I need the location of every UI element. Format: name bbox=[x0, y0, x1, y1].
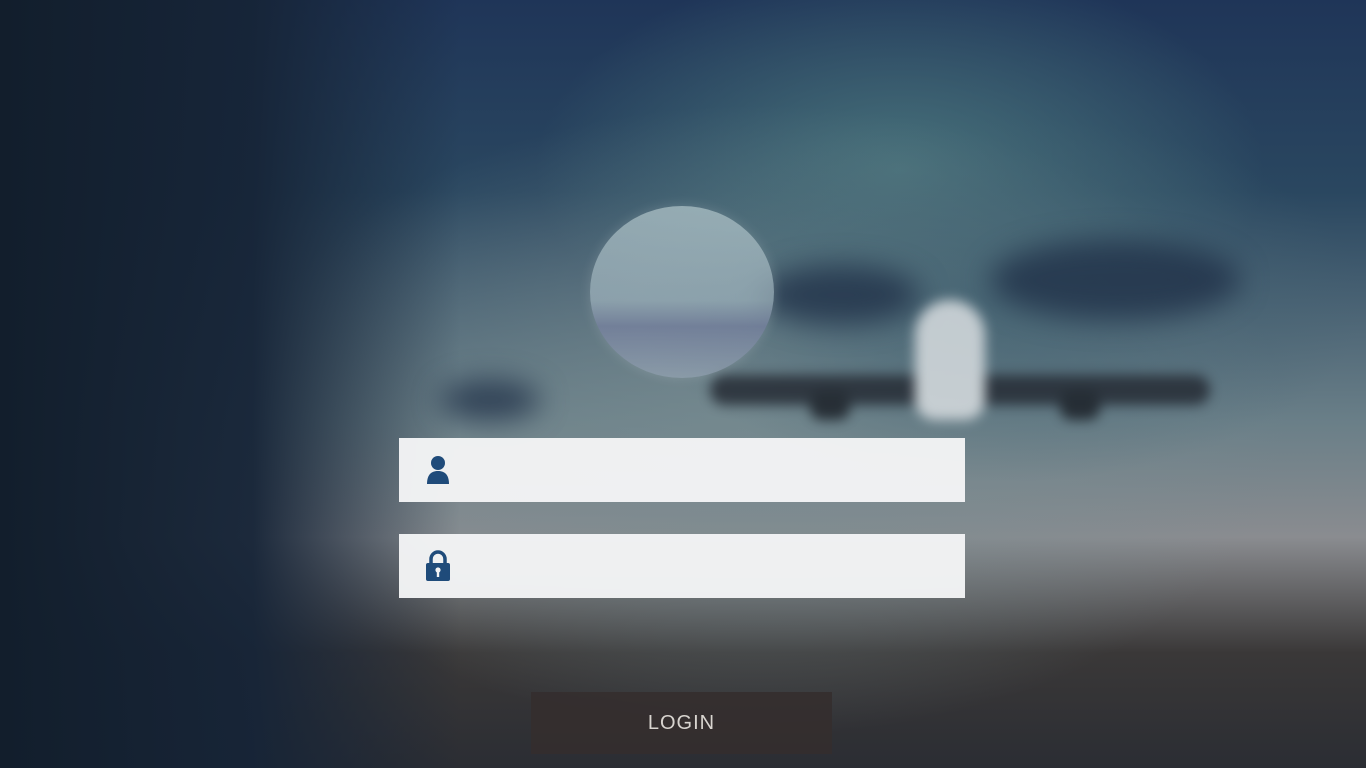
avatar bbox=[590, 206, 774, 378]
lock-icon bbox=[423, 550, 453, 581]
airplane-image bbox=[700, 290, 1320, 450]
login-button[interactable]: LOGIN bbox=[531, 692, 832, 754]
background-cloud bbox=[440, 380, 540, 420]
username-input[interactable] bbox=[453, 438, 965, 502]
username-field[interactable] bbox=[399, 438, 965, 502]
user-icon bbox=[423, 455, 453, 485]
login-screen: LOGIN bbox=[0, 0, 1366, 768]
password-field[interactable] bbox=[399, 534, 965, 598]
password-input[interactable] bbox=[453, 534, 965, 598]
